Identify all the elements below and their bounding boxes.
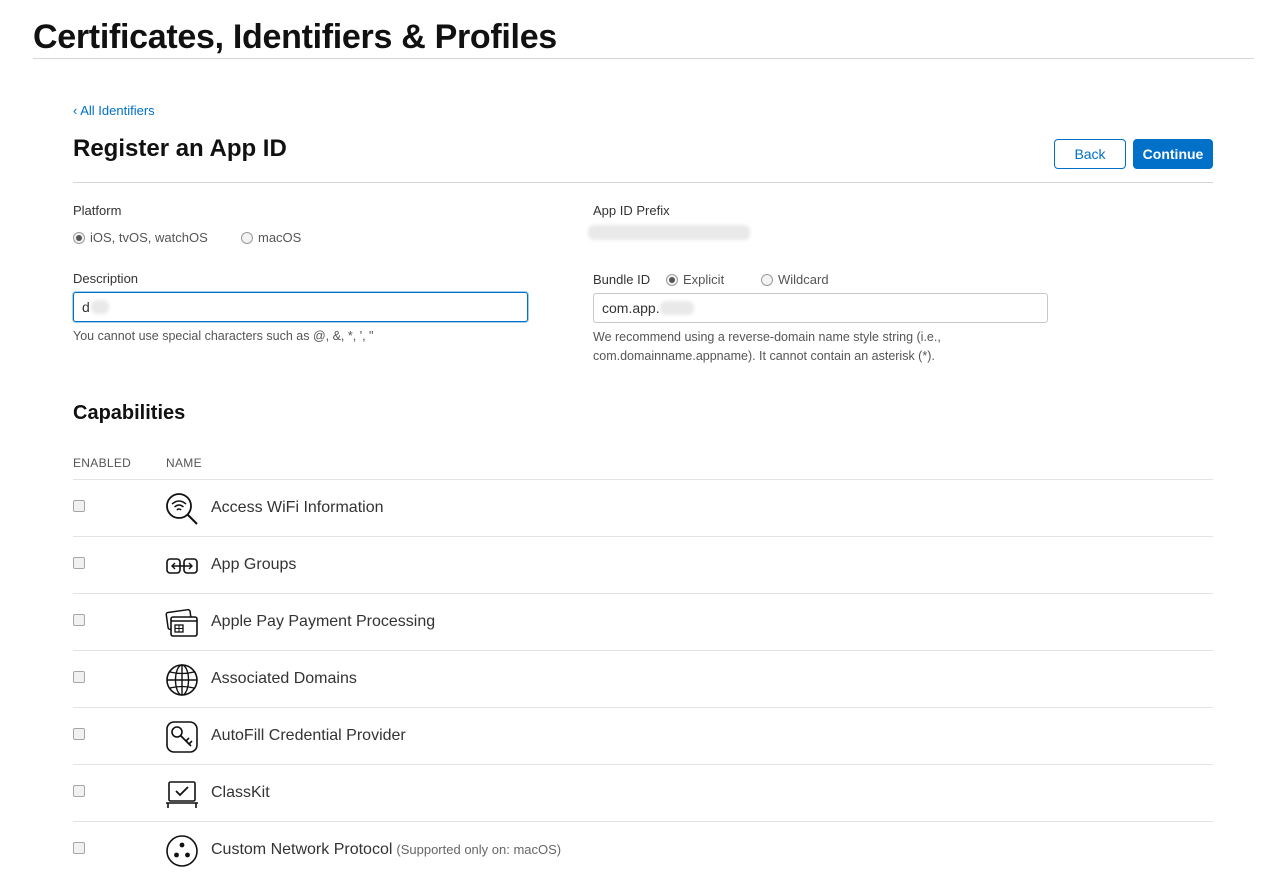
- platform-label: Platform: [73, 203, 122, 218]
- app-id-prefix-label: App ID Prefix: [593, 203, 670, 218]
- capability-name: ClassKit: [211, 784, 270, 801]
- bundle-id-help-line1: We recommend using a reverse-domain name…: [593, 330, 941, 344]
- enabled-column-header: ENABLED: [73, 456, 132, 470]
- bundle-id-label: Bundle ID: [593, 272, 651, 287]
- network-protocol-icon: [166, 835, 198, 867]
- radio-selected-icon: [666, 273, 678, 286]
- all-identifiers-link[interactable]: ‹ All Identifiers: [73, 103, 155, 118]
- globe-icon: [166, 664, 198, 696]
- radio-selected-icon: [73, 231, 85, 244]
- capability-row-apple-pay: Apple Pay Payment Processing: [73, 593, 1213, 650]
- capability-name: Associated Domains: [211, 670, 357, 687]
- capability-name: Apple Pay Payment Processing: [211, 613, 436, 630]
- radio-unselected-icon: [761, 273, 773, 286]
- bundle-id-redacted: [659, 301, 694, 315]
- capability-checkbox[interactable]: [73, 785, 85, 797]
- capability-checkbox[interactable]: [73, 842, 85, 854]
- capability-checkbox[interactable]: [73, 728, 85, 740]
- name-column-header: NAME: [166, 456, 202, 470]
- app-id-prefix-redacted: [588, 225, 750, 240]
- capability-row-custom-network: Custom Network Protocol (Supported only o…: [73, 821, 1213, 873]
- back-button[interactable]: Back: [1054, 139, 1126, 169]
- bundle-explicit-radio[interactable]: Explicit: [666, 272, 724, 287]
- apple-pay-card-icon: [165, 608, 198, 637]
- wifi-search-icon: [166, 493, 198, 525]
- capability-name: App Groups: [211, 556, 297, 573]
- description-redacted: [90, 300, 109, 314]
- capability-checkbox[interactable]: [73, 500, 85, 512]
- capability-checkbox[interactable]: [73, 557, 85, 569]
- continue-button[interactable]: Continue: [1133, 139, 1213, 169]
- title-divider: [33, 58, 1254, 59]
- platform-ios-label: iOS, tvOS, watchOS: [90, 230, 208, 245]
- platform-ios-radio[interactable]: iOS, tvOS, watchOS: [73, 230, 208, 245]
- section-title: Register an App ID: [73, 135, 287, 162]
- capabilities-title: Capabilities: [73, 402, 186, 424]
- bundle-id-value: com.app.: [602, 300, 660, 316]
- description-help: You cannot use special characters such a…: [73, 329, 374, 343]
- description-value: d: [82, 299, 90, 315]
- bundle-id-help-line2: com.domainname.appname). It cannot conta…: [593, 349, 935, 363]
- bundle-wildcard-label: Wildcard: [778, 272, 829, 287]
- capability-note: (Supported only on: macOS): [396, 842, 562, 857]
- page-title: Certificates, Identifiers & Profiles: [33, 18, 557, 56]
- section-divider: [73, 182, 1213, 183]
- capability-row-classkit: ClassKit: [73, 764, 1213, 821]
- classkit-icon: [166, 781, 198, 808]
- capability-row-access-wifi: Access WiFi Information: [73, 479, 1213, 536]
- radio-unselected-icon: [241, 231, 253, 244]
- capability-name: Custom Network Protocol (Supported only o…: [211, 841, 562, 858]
- capability-name: AutoFill Credential Provider: [211, 727, 406, 744]
- bundle-wildcard-radio[interactable]: Wildcard: [761, 272, 829, 287]
- capability-row-associated-domains: Associated Domains: [73, 650, 1213, 707]
- bundle-explicit-label: Explicit: [683, 272, 725, 287]
- capability-checkbox[interactable]: [73, 614, 85, 626]
- capability-name: Access WiFi Information: [211, 499, 384, 516]
- capability-row-app-groups: App Groups: [73, 536, 1213, 593]
- app-groups-icon: [166, 558, 198, 574]
- bundle-id-input[interactable]: com.app.: [593, 293, 1048, 323]
- bundle-id-help: We recommend using a reverse-domain name…: [593, 328, 941, 366]
- platform-macos-label: macOS: [258, 230, 302, 245]
- capability-row-autofill: AutoFill Credential Provider: [73, 707, 1213, 764]
- key-icon: [166, 721, 198, 753]
- description-input[interactable]: d: [73, 292, 528, 322]
- platform-macos-radio[interactable]: macOS: [241, 230, 301, 245]
- capability-checkbox[interactable]: [73, 671, 85, 683]
- description-label: Description: [73, 271, 139, 286]
